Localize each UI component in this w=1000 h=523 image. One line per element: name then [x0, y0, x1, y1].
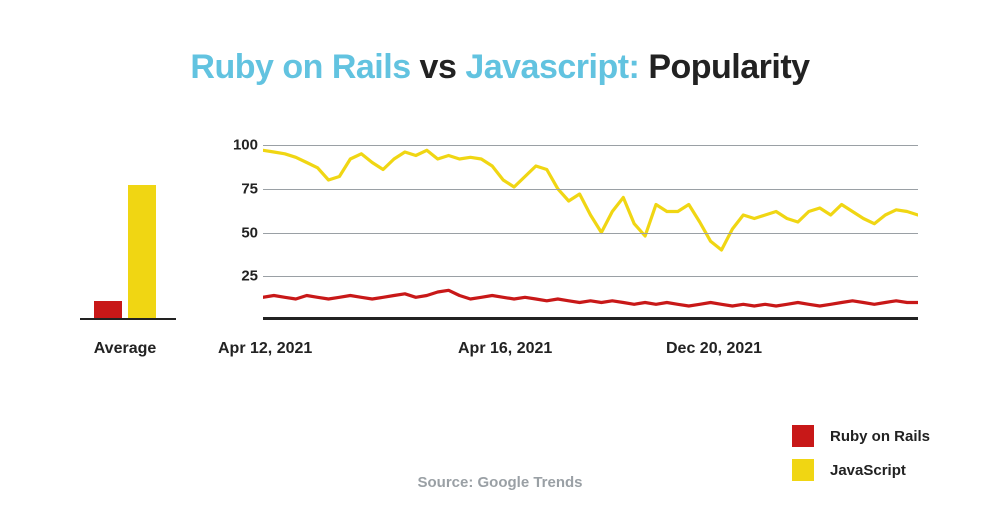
- page-title: Ruby on Rails vs Javascript: Popularity: [0, 0, 1000, 87]
- x-tick-1: Apr 16, 2021: [458, 340, 552, 358]
- title-rest: Popularity: [639, 48, 809, 86]
- x-tick-2: Dec 20, 2021: [666, 340, 762, 358]
- swatch-ruby: [792, 425, 814, 447]
- title-ruby: Ruby on Rails: [190, 48, 410, 86]
- y-tick: 25: [218, 268, 258, 285]
- title-js: Javascript:: [465, 48, 639, 86]
- legend-label-ruby: Ruby on Rails: [830, 428, 930, 445]
- grid-line: [263, 276, 918, 277]
- avg-label: Average: [70, 340, 180, 358]
- x-tick-0: Apr 12, 2021: [218, 340, 312, 358]
- x-axis-baseline: [263, 317, 918, 320]
- legend-item-ruby: Ruby on Rails: [792, 425, 930, 447]
- grid-line: [263, 145, 918, 146]
- grid-line: [263, 233, 918, 234]
- line-chart: 255075100: [218, 145, 918, 320]
- series-javascript: [263, 150, 918, 250]
- y-tick: 50: [218, 224, 258, 241]
- y-tick: 100: [218, 137, 258, 154]
- avg-bar-ruby: [94, 301, 122, 319]
- average-bar-chart: [88, 145, 168, 320]
- avg-bar-js: [128, 185, 156, 318]
- y-tick: 75: [218, 180, 258, 197]
- chart-area: Average 255075100 Apr 12, 2021 Apr 16, 2…: [0, 145, 1000, 375]
- avg-baseline: [80, 318, 176, 320]
- source-label: Source: Google Trends: [0, 474, 1000, 491]
- series-ruby: [263, 290, 918, 306]
- title-vs: vs: [411, 48, 466, 86]
- grid-line: [263, 189, 918, 190]
